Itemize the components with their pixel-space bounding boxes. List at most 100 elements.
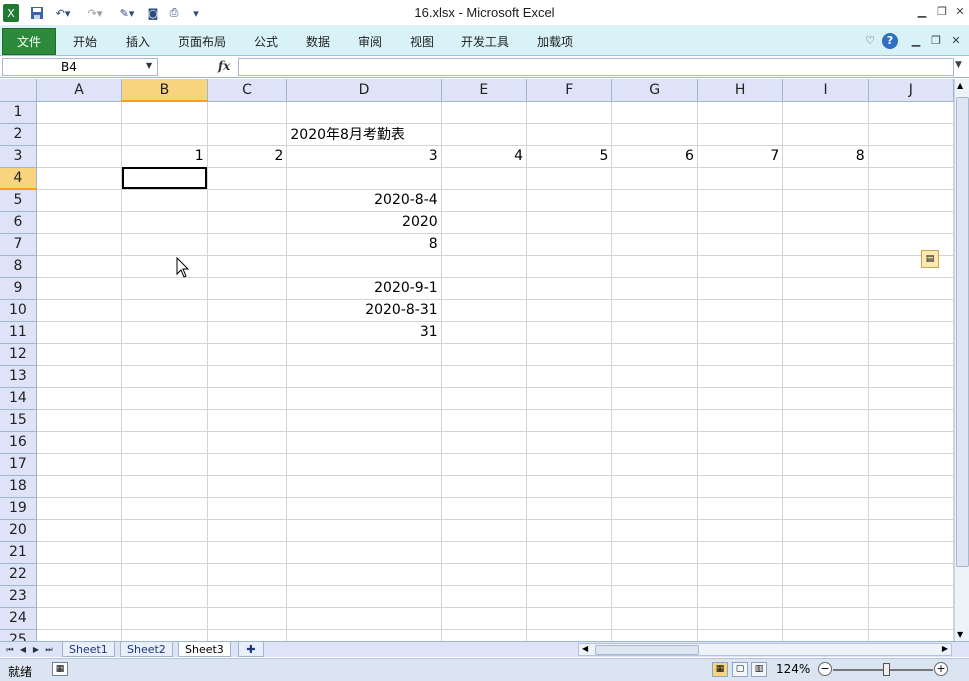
cell-b11[interactable] bbox=[121, 321, 208, 344]
cell-c3[interactable]: 2 bbox=[207, 145, 288, 168]
cell-a3[interactable] bbox=[36, 145, 123, 168]
cell-f5[interactable] bbox=[526, 189, 613, 212]
cell-c20[interactable] bbox=[207, 519, 288, 542]
cell-d4[interactable] bbox=[286, 167, 442, 190]
cell-i15[interactable] bbox=[782, 409, 869, 432]
cell-f11[interactable] bbox=[526, 321, 613, 344]
row-header-12[interactable]: 12 bbox=[0, 343, 37, 366]
cell-f25[interactable] bbox=[526, 629, 613, 641]
vertical-scrollbar[interactable]: ▲ ▼ bbox=[954, 79, 969, 641]
cell-f12[interactable] bbox=[526, 343, 613, 366]
row-header-1[interactable]: 1 bbox=[0, 101, 37, 124]
column-header-e[interactable]: E bbox=[441, 79, 528, 102]
cell-j23[interactable] bbox=[868, 585, 954, 608]
row-header-5[interactable]: 5 bbox=[0, 189, 37, 212]
cell-h1[interactable] bbox=[697, 101, 784, 124]
cell-i13[interactable] bbox=[782, 365, 869, 388]
cell-d21[interactable] bbox=[286, 541, 442, 564]
cell-d19[interactable] bbox=[286, 497, 442, 520]
cell-c14[interactable] bbox=[207, 387, 288, 410]
cell-h21[interactable] bbox=[697, 541, 784, 564]
cell-g10[interactable] bbox=[611, 299, 698, 322]
cell-b19[interactable] bbox=[121, 497, 208, 520]
cell-j16[interactable] bbox=[868, 431, 954, 454]
tab-page-layout[interactable]: 页面布局 bbox=[178, 33, 226, 50]
cell-g7[interactable] bbox=[611, 233, 698, 256]
cell-j2[interactable] bbox=[868, 123, 954, 146]
cell-f20[interactable] bbox=[526, 519, 613, 542]
cell-c25[interactable] bbox=[207, 629, 288, 641]
cell-j18[interactable] bbox=[868, 475, 954, 498]
cell-h5[interactable] bbox=[697, 189, 784, 212]
cell-f9[interactable] bbox=[526, 277, 613, 300]
row-header-8[interactable]: 8 bbox=[0, 255, 37, 278]
cell-d6[interactable]: 2020 bbox=[286, 211, 442, 234]
cell-b22[interactable] bbox=[121, 563, 208, 586]
cell-g5[interactable] bbox=[611, 189, 698, 212]
cell-e5[interactable] bbox=[441, 189, 528, 212]
cell-j24[interactable] bbox=[868, 607, 954, 630]
cell-c11[interactable] bbox=[207, 321, 288, 344]
cell-b9[interactable] bbox=[121, 277, 208, 300]
row-header-6[interactable]: 6 bbox=[0, 211, 37, 234]
cell-j15[interactable] bbox=[868, 409, 954, 432]
cell-b18[interactable] bbox=[121, 475, 208, 498]
cell-f22[interactable] bbox=[526, 563, 613, 586]
cell-a14[interactable] bbox=[36, 387, 123, 410]
cell-a5[interactable] bbox=[36, 189, 123, 212]
cell-d2[interactable]: 2020年8月考勤表 bbox=[286, 123, 442, 146]
tab-formulas[interactable]: 公式 bbox=[254, 33, 278, 50]
cell-d23[interactable] bbox=[286, 585, 442, 608]
cell-e25[interactable] bbox=[441, 629, 528, 641]
minimize-icon[interactable]: ▁ bbox=[914, 4, 930, 20]
cell-h14[interactable] bbox=[697, 387, 784, 410]
cell-d8[interactable] bbox=[286, 255, 442, 278]
cell-g6[interactable] bbox=[611, 211, 698, 234]
row-header-10[interactable]: 10 bbox=[0, 299, 37, 322]
row-header-19[interactable]: 19 bbox=[0, 497, 37, 520]
cell-e10[interactable] bbox=[441, 299, 528, 322]
cell-f2[interactable] bbox=[526, 123, 613, 146]
cell-e2[interactable] bbox=[441, 123, 528, 146]
cell-i1[interactable] bbox=[782, 101, 869, 124]
cell-j5[interactable] bbox=[868, 189, 954, 212]
cell-d3[interactable]: 3 bbox=[286, 145, 442, 168]
cell-b1[interactable] bbox=[121, 101, 208, 124]
cell-a9[interactable] bbox=[36, 277, 123, 300]
cell-b4[interactable] bbox=[121, 167, 208, 190]
cell-f10[interactable] bbox=[526, 299, 613, 322]
cell-h2[interactable] bbox=[697, 123, 784, 146]
cell-g9[interactable] bbox=[611, 277, 698, 300]
cell-g3[interactable]: 6 bbox=[611, 145, 698, 168]
cell-g12[interactable] bbox=[611, 343, 698, 366]
cell-e11[interactable] bbox=[441, 321, 528, 344]
cell-b10[interactable] bbox=[121, 299, 208, 322]
cell-g17[interactable] bbox=[611, 453, 698, 476]
cell-d7[interactable]: 8 bbox=[286, 233, 442, 256]
cell-e6[interactable] bbox=[441, 211, 528, 234]
cell-e9[interactable] bbox=[441, 277, 528, 300]
cell-d11[interactable]: 31 bbox=[286, 321, 442, 344]
cell-a24[interactable] bbox=[36, 607, 123, 630]
cell-b16[interactable] bbox=[121, 431, 208, 454]
cell-d25[interactable] bbox=[286, 629, 442, 641]
cell-c17[interactable] bbox=[207, 453, 288, 476]
row-header-20[interactable]: 20 bbox=[0, 519, 37, 542]
row-header-17[interactable]: 17 bbox=[0, 453, 37, 476]
cell-h23[interactable] bbox=[697, 585, 784, 608]
cell-j1[interactable] bbox=[868, 101, 954, 124]
cell-i2[interactable] bbox=[782, 123, 869, 146]
cell-d13[interactable] bbox=[286, 365, 442, 388]
cell-c1[interactable] bbox=[207, 101, 288, 124]
tab-addins[interactable]: 加载项 bbox=[537, 33, 573, 50]
cell-d14[interactable] bbox=[286, 387, 442, 410]
cell-a23[interactable] bbox=[36, 585, 123, 608]
cell-j19[interactable] bbox=[868, 497, 954, 520]
row-header-15[interactable]: 15 bbox=[0, 409, 37, 432]
cell-g21[interactable] bbox=[611, 541, 698, 564]
cell-i20[interactable] bbox=[782, 519, 869, 542]
cell-e16[interactable] bbox=[441, 431, 528, 454]
cell-c19[interactable] bbox=[207, 497, 288, 520]
cell-i3[interactable]: 8 bbox=[782, 145, 869, 168]
cell-g16[interactable] bbox=[611, 431, 698, 454]
